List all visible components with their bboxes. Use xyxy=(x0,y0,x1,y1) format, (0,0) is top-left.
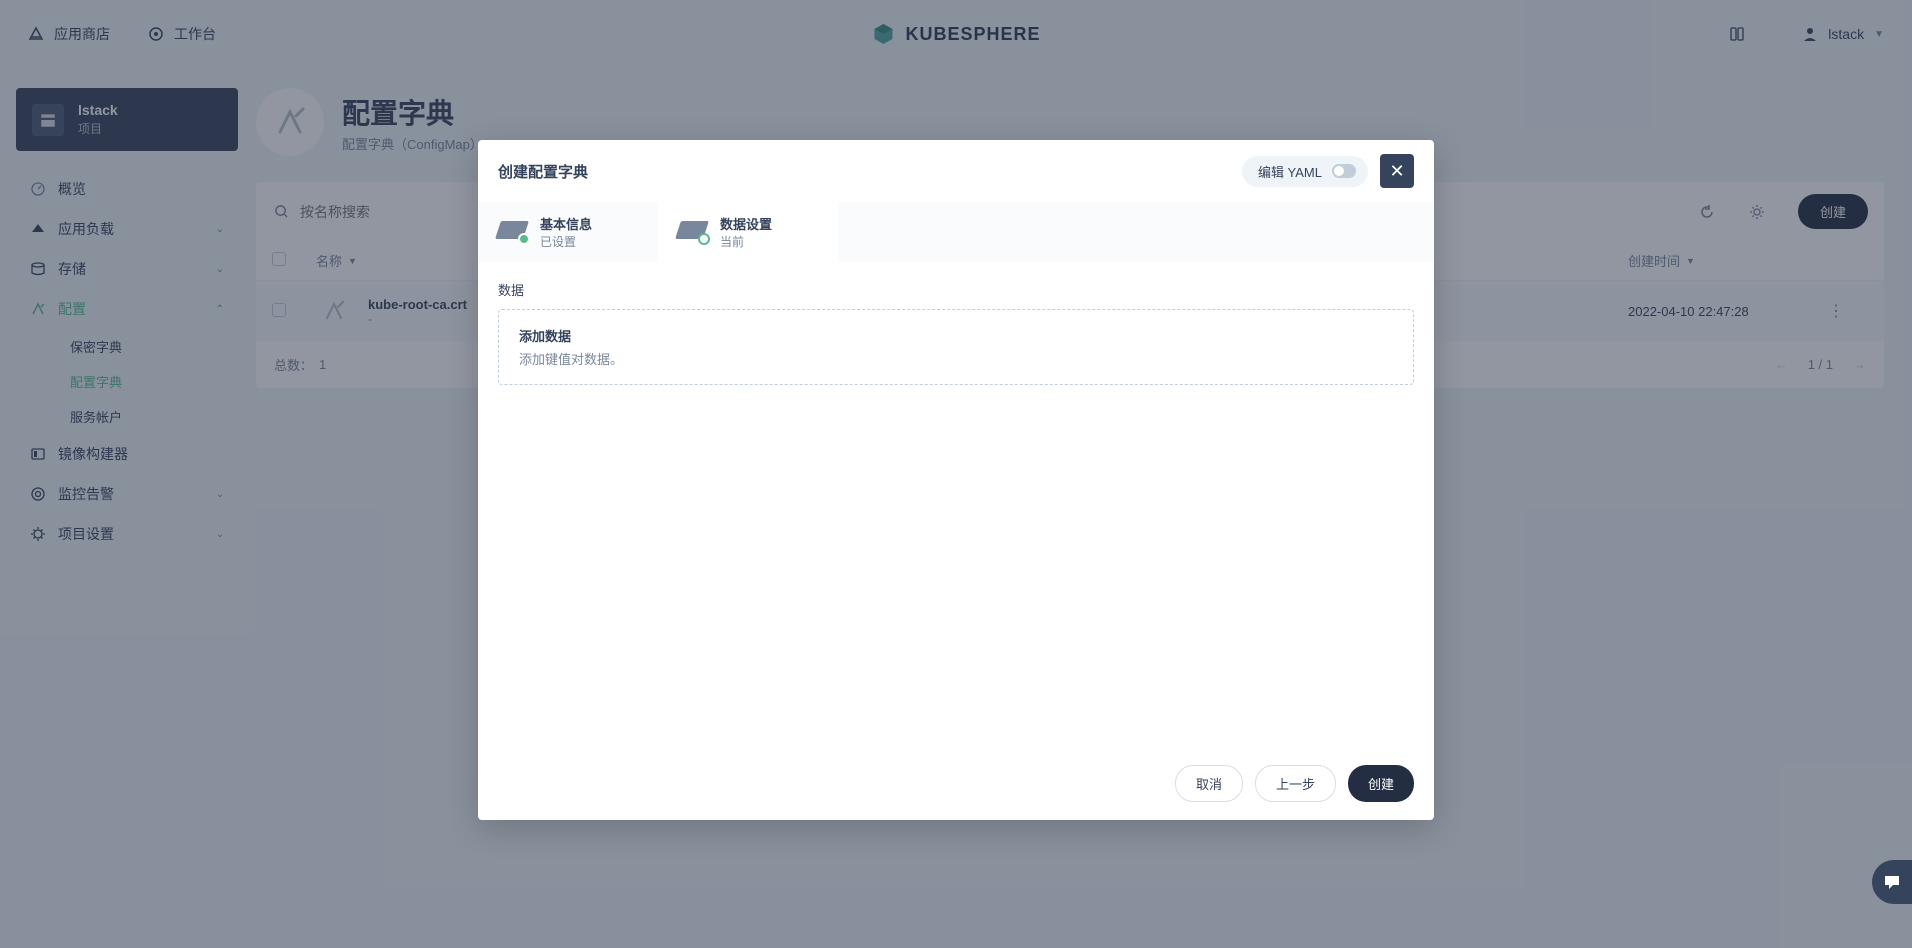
add-data-title: 添加数据 xyxy=(519,326,1393,345)
chat-fab[interactable] xyxy=(1872,860,1912,904)
tab-title: 基本信息 xyxy=(540,214,592,233)
tab-text: 基本信息 已设置 xyxy=(540,214,592,250)
data-section-label: 数据 xyxy=(498,280,1414,299)
create-configmap-modal: 创建配置字典 编辑 YAML ✕ 基本信息 已设置 数据设置 xyxy=(478,140,1434,820)
modal-header: 创建配置字典 编辑 YAML ✕ xyxy=(478,140,1434,202)
tab-title: 数据设置 xyxy=(720,214,772,233)
close-icon: ✕ xyxy=(1389,161,1404,182)
tab-sub: 已设置 xyxy=(540,233,592,250)
tab-icon xyxy=(498,221,528,243)
modal-tabs: 基本信息 已设置 数据设置 当前 xyxy=(478,202,1434,262)
chat-icon xyxy=(1882,872,1902,892)
cancel-button[interactable]: 取消 xyxy=(1175,765,1243,802)
add-data-box[interactable]: 添加数据 添加键值对数据。 xyxy=(498,309,1414,385)
modal-body: 数据 添加数据 添加键值对数据。 xyxy=(478,262,1434,747)
tab-sub: 当前 xyxy=(720,233,772,250)
toggle-icon xyxy=(1332,164,1356,178)
modal-footer: 取消 上一步 创建 xyxy=(478,747,1434,820)
edit-yaml-label: 编辑 YAML xyxy=(1258,162,1322,181)
edit-yaml-toggle[interactable]: 编辑 YAML xyxy=(1242,156,1368,187)
previous-label: 上一步 xyxy=(1276,777,1315,792)
close-button[interactable]: ✕ xyxy=(1380,154,1414,188)
modal-create-button[interactable]: 创建 xyxy=(1348,765,1414,802)
cancel-label: 取消 xyxy=(1196,777,1222,792)
tab-data-settings[interactable]: 数据设置 当前 xyxy=(658,202,838,262)
tab-icon xyxy=(678,221,708,243)
add-data-desc: 添加键值对数据。 xyxy=(519,349,1393,368)
tab-basic-info[interactable]: 基本信息 已设置 xyxy=(478,202,658,262)
previous-button[interactable]: 上一步 xyxy=(1255,765,1336,802)
modal-title: 创建配置字典 xyxy=(498,161,588,182)
tab-text: 数据设置 当前 xyxy=(720,214,772,250)
modal-create-label: 创建 xyxy=(1368,777,1394,792)
